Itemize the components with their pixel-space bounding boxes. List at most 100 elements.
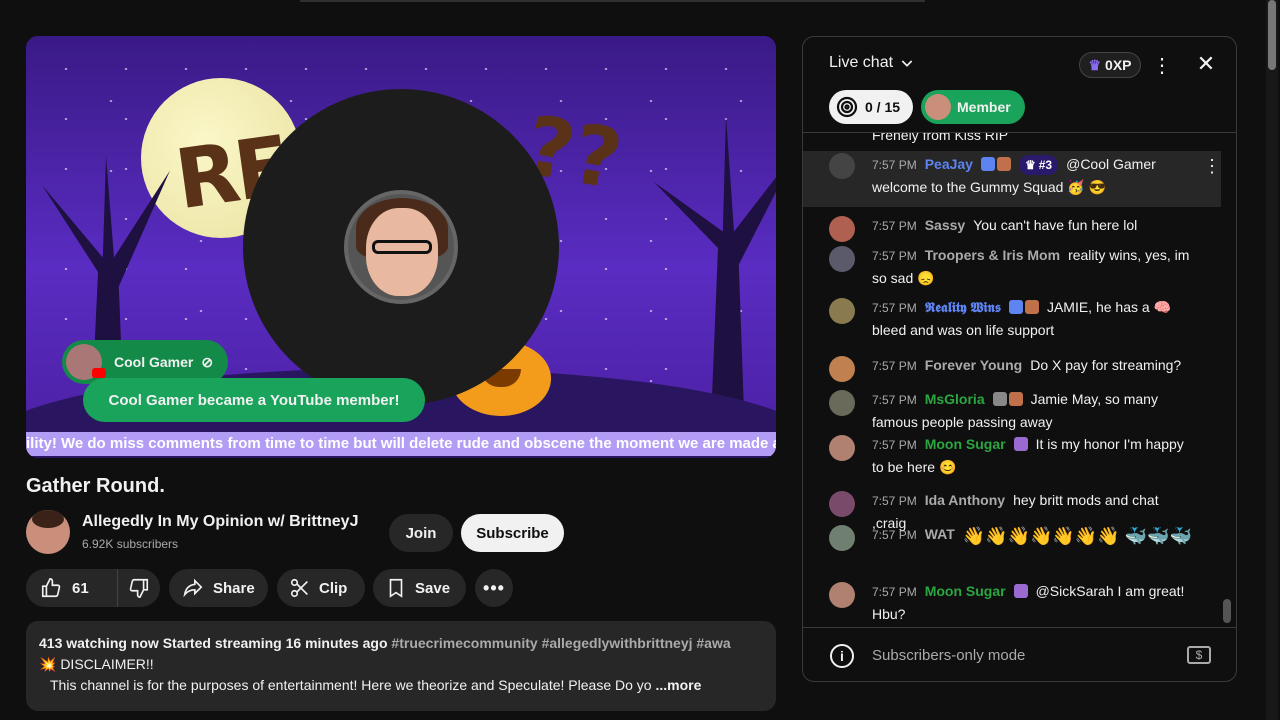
author-avatar (829, 298, 855, 324)
like-count: 61 (72, 579, 89, 597)
description-box[interactable]: 413 watching now Started streaming 16 mi… (26, 621, 776, 711)
message-author[interactable]: Sassy (925, 217, 965, 233)
chat-message[interactable]: 7:57 PM Troopers & Iris Mom reality wins, … (803, 244, 1221, 289)
channel-name[interactable]: Allegedly In My Opinion w/ BrittneyJ (82, 513, 358, 531)
message-author[interactable]: Ida Anthony (925, 492, 1005, 508)
close-icon[interactable]: ✕ (1193, 51, 1219, 77)
message-author[interactable]: Moon Sugar (925, 583, 1006, 599)
chat-title: Live chat (829, 54, 894, 71)
verified-icon: ⊘ (201, 353, 214, 370)
author-avatar (829, 153, 855, 179)
thumbs-up-icon (41, 578, 61, 598)
share-button[interactable]: Share (169, 569, 268, 607)
more-horiz-icon: ••• (483, 577, 505, 598)
message-author[interactable]: PeaJay (925, 156, 973, 172)
member-badge-icon (1013, 437, 1028, 451)
message-text: 👋👋👋👋👋👋👋 🐳🐳🐳 (962, 526, 1192, 546)
author-avatar (829, 525, 855, 551)
member-pill[interactable]: Member (921, 90, 1025, 124)
top-divider (300, 0, 925, 2)
author-avatar (829, 246, 855, 272)
message-time: 7:57 PM (872, 528, 917, 542)
more-actions-button[interactable]: ••• (475, 569, 513, 607)
message-time: 7:57 PM (872, 359, 917, 373)
chevron-down-icon (901, 60, 913, 67)
message-author[interactable]: Troopers & Iris Mom (925, 247, 1060, 263)
clip-button[interactable]: Clip (277, 569, 365, 607)
chat-message[interactable]: 7:57 PM Forever Young Do X pay for streami… (803, 354, 1221, 382)
member-name: Cool Gamer (114, 354, 194, 370)
message-time: 7:57 PM (872, 393, 917, 407)
video-title: Gather Round. (26, 475, 165, 497)
chat-message[interactable]: 7:57 PM Sassy You can't have fun here lol (803, 214, 1221, 242)
xp-badge[interactable]: ♛ 0XP (1079, 52, 1141, 78)
ghost-icon (992, 392, 1007, 406)
hashtags[interactable]: #truecrimecommunity #allegedlywithbrittn… (391, 635, 730, 651)
goal-value: 0 / 15 (865, 99, 901, 115)
message-menu-icon[interactable]: ⋮ (1203, 155, 1221, 177)
author-avatar (829, 435, 855, 461)
message-text: Do X pay for streaming? (1030, 357, 1182, 373)
chat-menu-icon[interactable]: ⋮ (1152, 52, 1172, 78)
target-icon (836, 96, 858, 118)
chat-scrollbar[interactable] (1223, 599, 1231, 623)
author-avatar (829, 390, 855, 416)
join-button[interactable]: Join (389, 514, 453, 552)
chat-message[interactable]: 7:57 PM Moon Sugar @SickSarah I am great! … (803, 580, 1221, 625)
message-time: 7:57 PM (872, 249, 917, 263)
chat-goal-pill[interactable]: 0 / 15 (829, 90, 913, 124)
author-avatar (829, 491, 855, 517)
chat-message[interactable]: 7:57 PM WAT 👋👋👋👋👋👋👋 🐳🐳🐳 (803, 523, 1221, 551)
scissors-icon (290, 578, 308, 598)
chat-messages: Frenely from Kiss RIP 7:57 PM PeaJay ♛ #3 @… (803, 133, 1236, 627)
description-line: 💥 DISCLAIMER!! (39, 656, 154, 672)
video-ticker: ility! We do miss comments from time to … (26, 432, 776, 456)
message-text: You can't have fun here lol (973, 217, 1138, 233)
dislike-button[interactable] (118, 577, 160, 599)
video-player[interactable]: RE ?? Cool Gamer ⊘ Cool Gamer became a Y… (26, 36, 776, 458)
chat-message[interactable]: 7:57 PM 𝕽𝖊𝖆𝖑𝖎𝖙𝖞 𝖂𝖎𝖓𝖘 JAMIE, he has a 🧠 ble… (803, 296, 1221, 341)
message-time: 7:57 PM (872, 438, 917, 452)
message-time: 7:57 PM (872, 494, 917, 508)
wrench-icon (1008, 300, 1023, 314)
message-text: It is my honor I'm happy to be here 😊 (872, 436, 1184, 475)
wrench-icon (980, 157, 995, 171)
chat-message[interactable]: 7:57 PM MsGloria Jamie May, so many famous… (803, 388, 1221, 433)
message-time: 7:57 PM (872, 219, 917, 233)
xp-value: 0XP (1105, 57, 1132, 73)
crown-icon: ♛ (1088, 56, 1102, 73)
save-label: Save (415, 579, 451, 597)
chat-mode-dropdown[interactable]: Live chat (829, 54, 915, 72)
channel-avatar[interactable] (26, 510, 70, 554)
subscribe-button[interactable]: Subscribe (461, 514, 564, 552)
chat-message: Frenely from Kiss RIP (803, 133, 1221, 146)
author-avatar (829, 356, 855, 382)
message-author[interactable]: WAT (925, 526, 955, 542)
thumbs-down-icon (129, 578, 149, 598)
share-label: Share (213, 579, 255, 597)
super-chat-icon[interactable]: $ (1187, 646, 1211, 664)
message-author[interactable]: Moon Sugar (925, 436, 1006, 452)
subscribers-only-notice: Subscribers-only mode (872, 647, 1026, 664)
save-button[interactable]: Save (373, 569, 466, 607)
chat-header: Live chat ♛ 0XP ⋮ ✕ 0 / 15 Member (803, 37, 1236, 133)
chat-footer: i Subscribers-only mode $ (803, 627, 1236, 681)
page-scrollbar[interactable] (1266, 0, 1278, 720)
chat-message[interactable]: 7:57 PM PeaJay ♛ #3 @Cool Gamer welcome to … (803, 151, 1221, 207)
message-text: Frenely from Kiss RIP (872, 133, 1009, 143)
member-badge-icon (996, 157, 1011, 171)
author-avatar (829, 582, 855, 608)
message-author[interactable]: Forever Young (925, 357, 1023, 373)
host-avatar (344, 190, 458, 304)
member-badge-icon (1008, 392, 1023, 406)
message-author[interactable]: MsGloria (925, 391, 985, 407)
more-link[interactable]: ...more (655, 677, 701, 693)
info-icon[interactable]: i (830, 644, 854, 668)
scrollbar-thumb[interactable] (1268, 0, 1276, 70)
share-icon (183, 578, 203, 598)
message-author[interactable]: 𝕽𝖊𝖆𝖑𝖎𝖙𝖞 𝖂𝖎𝖓𝖘 (925, 299, 1001, 315)
rank-value: #3 (1038, 158, 1053, 172)
chat-message[interactable]: 7:57 PM Moon Sugar It is my honor I'm happ… (803, 433, 1221, 478)
like-button[interactable]: 61 (26, 569, 118, 607)
live-chat-panel: Live chat ♛ 0XP ⋮ ✕ 0 / 15 Member Frenel… (802, 36, 1237, 682)
